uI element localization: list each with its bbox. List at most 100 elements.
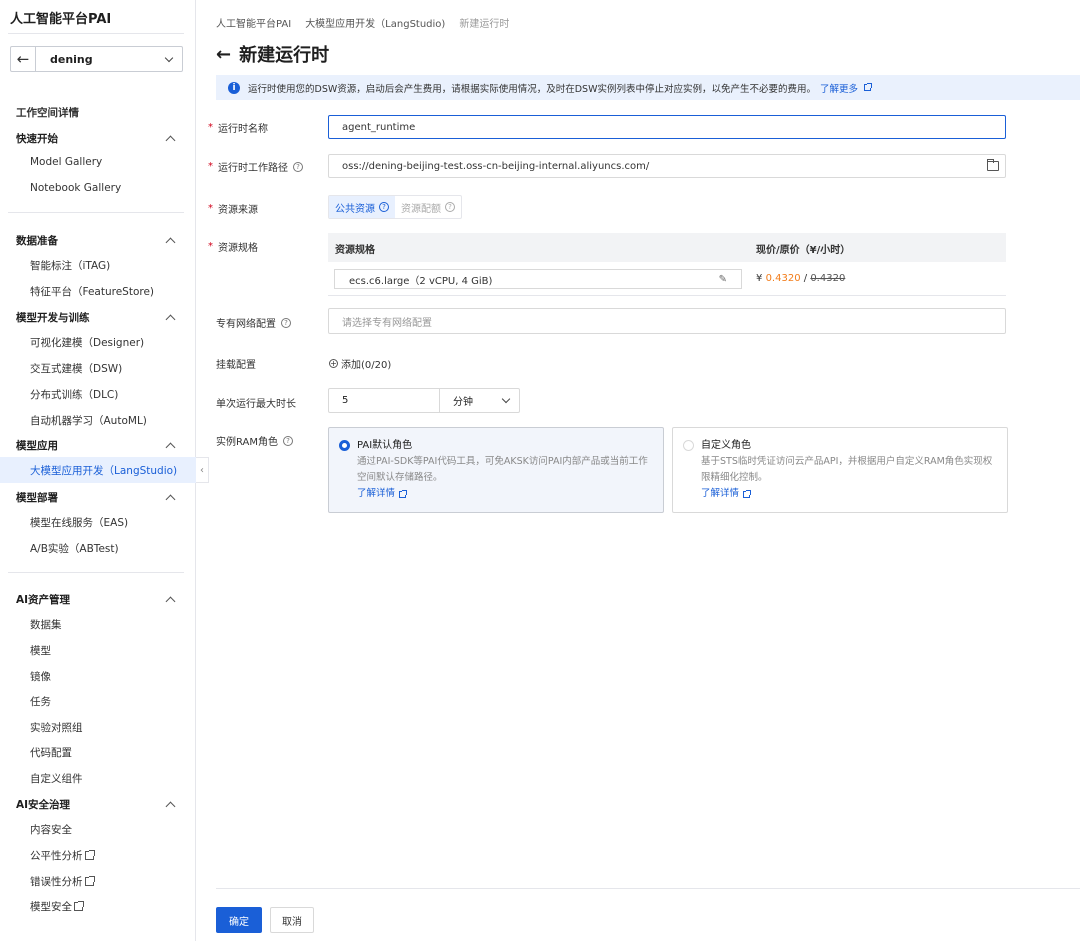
sidebar-item-eas[interactable]: 模型在线服务（EAS) — [30, 515, 128, 530]
workspace-switcher: ← dening — [10, 46, 183, 72]
sidebar-collapse-handle[interactable]: ‹ — [196, 457, 209, 483]
help-icon[interactable]: ? — [445, 202, 455, 212]
help-icon[interactable]: ? — [281, 317, 291, 328]
sidebar-item-designer[interactable]: 可视化建模（Designer) — [30, 335, 144, 350]
chevron-down-icon — [501, 394, 511, 404]
section-quick-start[interactable]: 快速开始 — [16, 131, 176, 146]
sidebar-item-dsw[interactable]: 交互式建模（DSW) — [30, 361, 122, 376]
chevron-up-icon — [165, 801, 176, 812]
sidebar-item-abtest[interactable]: A/B实验（ABTest) — [30, 541, 119, 556]
spec-select[interactable]: ecs.c6.large（2 vCPU, 4 GiB) ✎ — [334, 269, 742, 289]
sidebar-item-experiments[interactable]: 实验对照组 — [30, 720, 83, 735]
current-price: 0.4320 — [765, 273, 801, 284]
radio-selected[interactable] — [339, 440, 350, 451]
mount-label: 挂载配置 — [216, 360, 256, 371]
back-arrow-icon[interactable]: ← — [216, 44, 231, 65]
learn-details-link[interactable]: 了解详情 — [357, 486, 408, 502]
sidebar-item-notebook-gallery[interactable]: Notebook Gallery — [30, 182, 121, 194]
vpc-select[interactable]: 请选择专有网络配置 — [328, 308, 1006, 334]
public-resource-option[interactable]: 公共资源? — [329, 196, 395, 218]
sidebar-item-code-config[interactable]: 代码配置 — [30, 745, 72, 760]
ram-custom-card[interactable]: 自定义角色 基于STS临时凭证访问云产品API，并根据用户自定义RAM角色实现权… — [672, 427, 1008, 513]
section-data-prep[interactable]: 数据准备 — [16, 233, 176, 248]
radio-unselected[interactable] — [683, 440, 694, 451]
help-icon[interactable]: ? — [293, 161, 303, 172]
card-desc: 基于STS临时凭证访问云产品API，并根据用户自定义RAM角色实现权限精细化控制… — [701, 456, 993, 483]
sidebar-item-jobs[interactable]: 任务 — [30, 694, 51, 709]
external-link-icon — [84, 876, 95, 886]
ram-label: 实例RAM角色? — [216, 433, 294, 448]
price-col-header: 现价/原价（¥/小时） — [756, 245, 851, 256]
workspace-select[interactable]: dening — [36, 46, 183, 72]
page-title: ← 新建运行时 — [216, 43, 330, 67]
sidebar-item-itag[interactable]: 智能标注（iTAG) — [30, 258, 110, 273]
breadcrumb: 人工智能平台PAI 大模型应用开发（LangStudio) 新建运行时 — [216, 15, 509, 30]
learn-more-link[interactable]: 了解更多 — [820, 81, 872, 95]
confirm-button[interactable]: 确定 — [216, 907, 262, 933]
spec-col-header: 资源规格 — [335, 245, 375, 256]
sidebar-item-content-security[interactable]: 内容安全 — [30, 822, 72, 837]
chevron-left-icon: ‹ — [200, 464, 204, 476]
divider — [8, 212, 184, 213]
chevron-up-icon — [165, 135, 176, 146]
notice-text: 运行时使用您的DSW资源，启动后会产生费用，请根据实际使用情况，及时在DSW实例… — [248, 83, 816, 95]
breadcrumb-current: 新建运行时 — [459, 19, 510, 30]
section-model-dev[interactable]: 模型开发与训练 — [16, 310, 176, 325]
spec-label: * 资源规格 — [208, 241, 258, 254]
sidebar-item-model-gallery[interactable]: Model Gallery — [30, 156, 102, 168]
add-mount-button[interactable]: + 添加(0/20) — [329, 356, 391, 371]
sidebar-item-models[interactable]: 模型 — [30, 643, 51, 658]
divider — [216, 888, 1080, 889]
sidebar-item-automl[interactable]: 自动机器学习（AutoML) — [30, 413, 147, 428]
learn-details-link[interactable]: 了解详情 — [701, 486, 752, 502]
resource-quota-option[interactable]: 资源配额? — [395, 196, 461, 218]
source-label: * 资源来源 — [208, 203, 258, 216]
chevron-up-icon — [165, 314, 176, 325]
folder-icon[interactable] — [987, 159, 999, 171]
sidebar-item-featurestore[interactable]: 特征平台（FeatureStore) — [30, 284, 154, 299]
divider — [8, 33, 184, 34]
breadcrumb-item[interactable]: 大模型应用开发（LangStudio) — [305, 15, 445, 30]
section-ai-security[interactable]: AI安全治理 — [16, 797, 176, 812]
sidebar-item-model-security[interactable]: 模型安全 — [30, 899, 84, 914]
duration-unit-select[interactable]: 分钟 — [439, 388, 520, 413]
sidebar-item-datasets[interactable]: 数据集 — [30, 617, 62, 632]
ram-default-card[interactable]: PAI默认角色 通过PAI-SDK等PAI代码工具，可免AKSK访问PAI内部产… — [328, 427, 664, 513]
info-icon: i — [228, 81, 240, 94]
brand-title: 人工智能平台PAI — [10, 12, 112, 27]
sidebar-item-dlc[interactable]: 分布式训练（DLC) — [30, 387, 118, 402]
help-icon[interactable]: ? — [379, 202, 389, 212]
spec-table-header: 资源规格 现价/原价（¥/小时） — [328, 233, 1006, 262]
sidebar-item-langstudio[interactable]: 大模型应用开发（LangStudio) — [30, 463, 177, 478]
cancel-button[interactable]: 取消 — [270, 907, 314, 933]
plus-circle-icon: + — [329, 359, 338, 368]
info-notice: i 运行时使用您的DSW资源，启动后会产生费用，请根据实际使用情况，及时在DSW… — [216, 75, 1080, 100]
sidebar: 人工智能平台PAI ← dening 工作空间详情 快速开始 Model Gal… — [0, 0, 196, 941]
duration-input[interactable]: 5 — [328, 388, 440, 413]
vpc-label: 专有网络配置? — [216, 315, 291, 330]
workspace-detail-link[interactable]: 工作空间详情 — [16, 105, 79, 120]
runtime-name-input[interactable]: agent_runtime — [328, 115, 1006, 139]
price-display: ¥ 0.4320 / 0.4320 — [756, 273, 846, 284]
external-link-icon — [84, 850, 95, 860]
sidebar-item-fairness[interactable]: 公平性分析 — [30, 848, 95, 863]
divider — [328, 295, 1006, 296]
back-arrow-icon[interactable]: ← — [10, 46, 36, 72]
runtime-path-input[interactable]: oss://dening-beijing-test.oss-cn-beijing… — [328, 154, 1006, 178]
sidebar-item-images[interactable]: 镜像 — [30, 669, 51, 684]
section-model-app[interactable]: 模型应用 — [16, 438, 176, 453]
edit-icon[interactable]: ✎ — [719, 274, 727, 285]
sidebar-item-custom-components[interactable]: 自定义组件 — [30, 771, 83, 786]
help-icon[interactable]: ? — [283, 435, 294, 446]
sidebar-item-error-analysis[interactable]: 错误性分析 — [30, 874, 95, 889]
section-ai-assets[interactable]: AI资产管理 — [16, 592, 176, 607]
section-model-deploy[interactable]: 模型部署 — [16, 490, 176, 505]
divider — [8, 572, 184, 573]
resource-source-toggle: 公共资源? 资源配额? — [328, 195, 462, 219]
card-title: 自定义角色 — [701, 440, 751, 451]
chevron-up-icon — [165, 494, 176, 505]
name-label: * 运行时名称 — [208, 122, 268, 135]
chevron-up-icon — [165, 237, 176, 248]
chevron-up-icon — [165, 596, 176, 607]
breadcrumb-item[interactable]: 人工智能平台PAI — [216, 15, 291, 30]
